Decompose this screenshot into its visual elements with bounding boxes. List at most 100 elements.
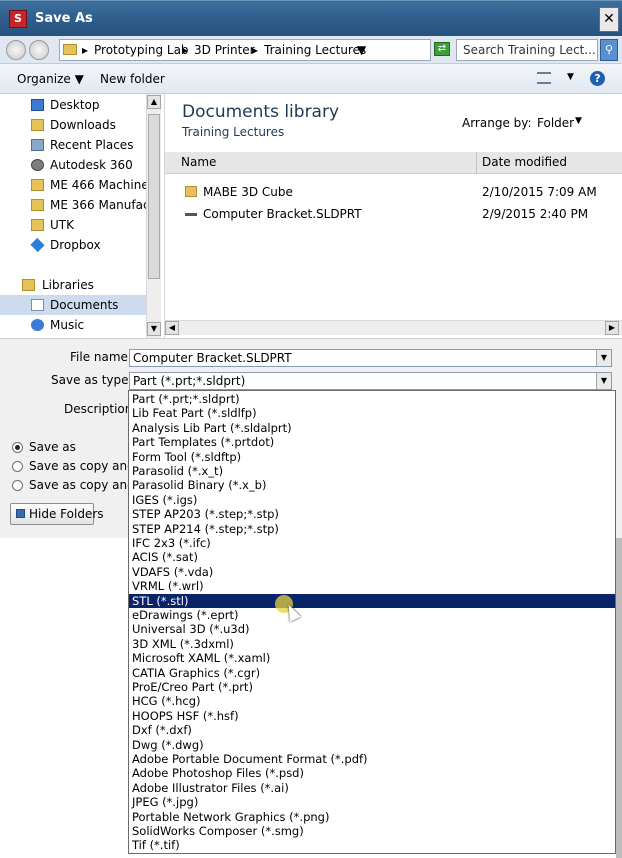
- dropdown-option[interactable]: Tif (*.tif): [129, 838, 615, 853]
- file-name: MABE 3D Cube: [203, 185, 293, 199]
- dropdown-option[interactable]: Analysis Lib Part (*.sldalprt): [129, 421, 615, 436]
- dropdown-option[interactable]: Lib Feat Part (*.sldlfp): [129, 406, 615, 421]
- dropdown-option[interactable]: Microsoft XAML (*.xaml): [129, 651, 615, 666]
- breadcrumb-prototyping-lab[interactable]: Prototyping Lab: [94, 43, 189, 57]
- file-name-value: Computer Bracket.SLDPRT: [133, 351, 292, 365]
- dropdown-option[interactable]: Adobe Portable Document Format (*.pdf): [129, 752, 615, 767]
- file-date: 2/10/2015 7:09 AM: [482, 185, 597, 199]
- dropbox-icon: [30, 237, 45, 253]
- nav-item-recent-places[interactable]: Recent Places: [0, 135, 146, 155]
- dropdown-option[interactable]: JPEG (*.jpg): [129, 795, 615, 810]
- dropdown-option[interactable]: STEP AP214 (*.step;*.stp): [129, 522, 615, 537]
- folder-icon: [31, 219, 44, 231]
- column-divider[interactable]: [476, 152, 477, 174]
- dropdown-option[interactable]: STL (*.stl): [129, 593, 615, 609]
- music-icon: [31, 319, 44, 331]
- chevron-down-icon[interactable]: ▼: [596, 373, 611, 389]
- dropdown-option[interactable]: SolidWorks Composer (*.smg): [129, 824, 615, 839]
- title-bar: S Save As ✕: [0, 0, 622, 36]
- radio-save-copy-open[interactable]: [12, 480, 23, 491]
- dropdown-option[interactable]: Parasolid (*.x_t): [129, 464, 615, 479]
- scroll-down-icon[interactable]: ▼: [147, 322, 161, 336]
- horizontal-scrollbar[interactable]: ◀ ▶: [165, 320, 622, 335]
- dropdown-option[interactable]: Parasolid Binary (*.x_b): [129, 478, 615, 493]
- dropdown-option[interactable]: STEP AP203 (*.step;*.stp): [129, 507, 615, 522]
- dropdown-option[interactable]: 3D XML (*.3dxml): [129, 637, 615, 652]
- save-as-type-select[interactable]: Part (*.prt;*.sldprt) ▼: [129, 372, 612, 390]
- file-row[interactable]: MABE 3D Cube 2/10/2015 7:09 AM: [165, 182, 622, 202]
- dropdown-option[interactable]: HOOPS HSF (*.hsf): [129, 709, 615, 724]
- search-input[interactable]: Search Training Lect...: [456, 39, 598, 61]
- nav-item-utk[interactable]: UTK: [0, 215, 146, 235]
- view-options-icon[interactable]: [537, 72, 551, 84]
- folder-icon: [31, 199, 44, 211]
- nav-item-autodesk-360[interactable]: Autodesk 360: [0, 155, 146, 175]
- forward-button[interactable]: [29, 40, 49, 60]
- recent-places-icon: [31, 139, 44, 151]
- nav-item-documents[interactable]: Documents: [0, 295, 146, 315]
- scroll-up-icon[interactable]: ▲: [147, 95, 161, 109]
- dropdown-option[interactable]: Dxf (*.dxf): [129, 723, 615, 738]
- refresh-icon[interactable]: ⇄: [434, 42, 450, 56]
- nav-item-me-366[interactable]: ME 366 Manufact: [0, 195, 146, 215]
- nav-item-libraries[interactable]: Libraries: [0, 275, 146, 295]
- nav-item-dropbox[interactable]: Dropbox: [0, 235, 146, 255]
- dropdown-option[interactable]: Adobe Illustrator Files (*.ai): [129, 781, 615, 796]
- cloud-drive-icon: [31, 159, 44, 171]
- nav-item-label: Autodesk 360: [50, 158, 133, 172]
- file-name-field[interactable]: Computer Bracket.SLDPRT ▼: [129, 349, 612, 367]
- scroll-left-icon[interactable]: ◀: [165, 321, 179, 335]
- chevron-down-icon[interactable]: ▼: [357, 43, 366, 57]
- hide-folders-button[interactable]: Hide Folders: [10, 503, 104, 525]
- column-name[interactable]: Name: [181, 155, 216, 169]
- nav-item-music[interactable]: Music: [0, 315, 146, 335]
- dropdown-option[interactable]: Adobe Photoshop Files (*.psd): [129, 766, 615, 781]
- dropdown-option[interactable]: CATIA Graphics (*.cgr): [129, 666, 615, 681]
- dropdown-option[interactable]: Form Tool (*.sldftp): [129, 450, 615, 465]
- file-row[interactable]: Computer Bracket.SLDPRT 2/9/2015 2:40 PM: [165, 204, 622, 224]
- navigation-pane: Desktop Downloads Recent Places Autodesk…: [0, 94, 162, 338]
- dropdown-option[interactable]: eDrawings (*.eprt): [129, 608, 615, 623]
- save-as-type-dropdown[interactable]: Part (*.prt;*.sldprt) Lib Feat Part (*.sl…: [128, 390, 616, 854]
- scroll-right-icon[interactable]: ▶: [605, 321, 619, 335]
- chevron-down-icon[interactable]: ▼: [596, 350, 611, 366]
- breadcrumb[interactable]: ▸ Prototyping Lab ▸ 3D Printer ▸ Trainin…: [59, 39, 431, 61]
- nav-item-desktop[interactable]: Desktop: [0, 95, 146, 115]
- help-icon[interactable]: ?: [590, 71, 605, 86]
- background: [0, 538, 128, 858]
- radio-save-copy-continue[interactable]: [12, 461, 23, 472]
- dropdown-option[interactable]: Part Templates (*.prtdot): [129, 435, 615, 450]
- arrange-by-select[interactable]: Folder: [537, 116, 574, 130]
- radio-save-as[interactable]: [12, 442, 23, 453]
- dropdown-option[interactable]: IFC 2x3 (*.ifc): [129, 536, 615, 551]
- folder-icon: [31, 179, 44, 191]
- nav-item-label: Desktop: [50, 98, 100, 112]
- back-button[interactable]: [6, 40, 26, 60]
- nav-item-me-466[interactable]: ME 466 Machine D: [0, 175, 146, 195]
- nav-item-label: Recent Places: [50, 138, 134, 152]
- close-button[interactable]: ✕: [599, 7, 619, 32]
- file-date: 2/9/2015 2:40 PM: [482, 207, 589, 221]
- scrollbar-thumb[interactable]: [148, 114, 160, 279]
- chevron-down-icon[interactable]: ▼: [575, 116, 582, 126]
- dropdown-option[interactable]: Portable Network Graphics (*.png): [129, 810, 615, 825]
- dropdown-option[interactable]: Dwg (*.dwg): [129, 738, 615, 753]
- dropdown-option[interactable]: VDAFS (*.vda): [129, 565, 615, 580]
- nav-scrollbar[interactable]: ▲ ▼: [146, 94, 161, 338]
- dropdown-option[interactable]: VRML (*.wrl): [129, 579, 615, 594]
- dropdown-option[interactable]: HCG (*.hcg): [129, 694, 615, 709]
- dropdown-option[interactable]: ACIS (*.sat): [129, 550, 615, 565]
- dropdown-option[interactable]: IGES (*.igs): [129, 493, 615, 508]
- new-folder-button[interactable]: New folder: [100, 72, 165, 86]
- radio-save-as-label: Save as: [29, 440, 76, 454]
- dropdown-option[interactable]: Universal 3D (*.u3d): [129, 622, 615, 637]
- search-icon[interactable]: ⚲: [600, 39, 618, 61]
- nav-item-downloads[interactable]: Downloads: [0, 115, 146, 135]
- dropdown-option[interactable]: ProE/Creo Part (*.prt): [129, 680, 615, 695]
- column-date-modified[interactable]: Date modified: [482, 155, 567, 169]
- chevron-down-icon[interactable]: ▼: [567, 72, 574, 82]
- dropdown-option[interactable]: Part (*.prt;*.sldprt): [129, 392, 615, 407]
- organize-button[interactable]: Organize ▼: [17, 72, 84, 86]
- breadcrumb-training-lectures[interactable]: Training Lectures: [264, 43, 366, 57]
- breadcrumb-3d-printer[interactable]: 3D Printer: [194, 43, 255, 57]
